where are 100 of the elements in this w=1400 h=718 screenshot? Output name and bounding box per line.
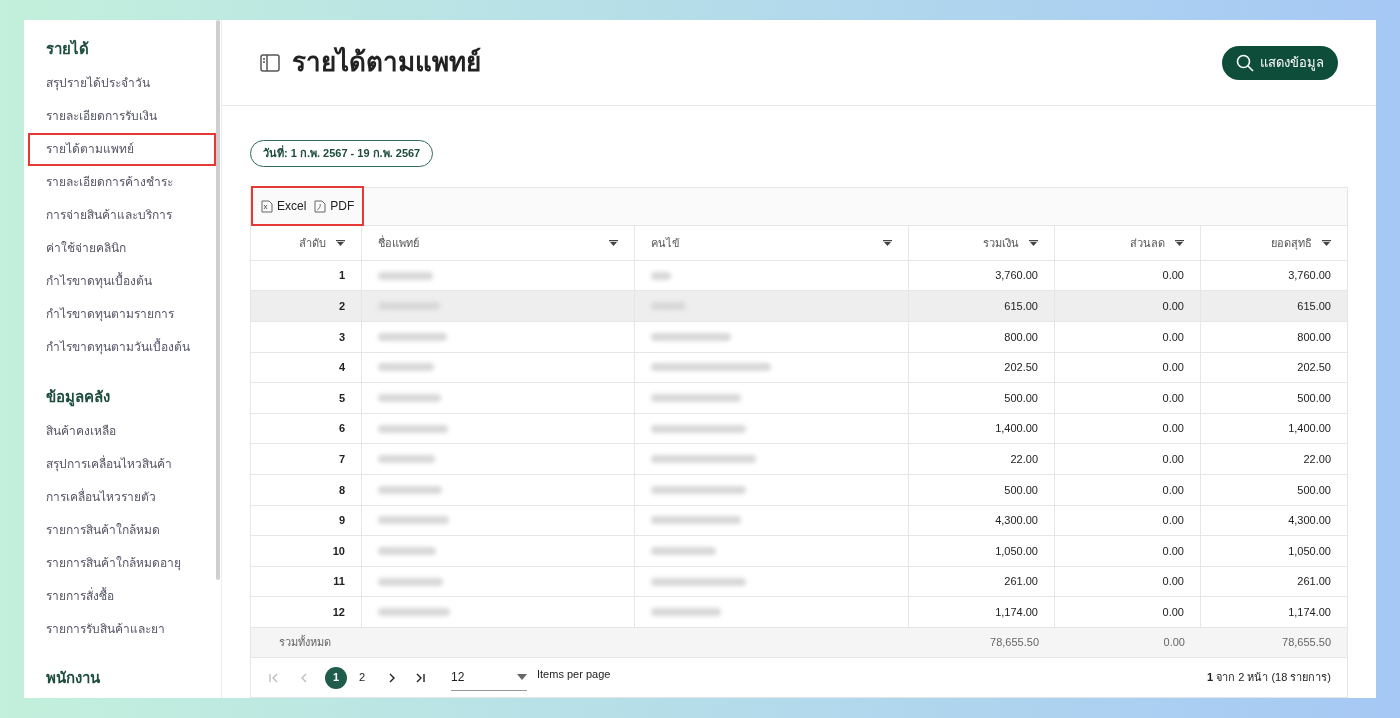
sidebar-item[interactable]: รายละเอียดการค้างชำระ (28, 165, 216, 199)
sidebar-item[interactable]: รายการสินค้าใกล้หมด (28, 513, 216, 546)
page-title: รายได้ตามแพทย์ (292, 45, 481, 80)
sidebar-item[interactable]: การจ่ายสินค้าและบริการ (28, 198, 216, 232)
table-row[interactable]: 10 1,050.00 0.00 1,050.00 (251, 535, 1347, 566)
sidebar-item[interactable]: สรุปการเคลื่อนไหวสินค้า (28, 447, 216, 480)
table-cell-text: 615.00 (1297, 299, 1331, 314)
table-row[interactable]: 7 22.00 0.00 22.00 (251, 443, 1347, 475)
table-cell-text: 202.50 (1297, 360, 1331, 376)
sidebar-item[interactable]: การเคลื่อนไหวรายตัว (28, 480, 216, 513)
sort-icon[interactable] (336, 239, 345, 246)
sort-icon[interactable] (1322, 239, 1331, 246)
table-row[interactable]: 9 4,300.00 0.00 4,300.00 (251, 504, 1347, 536)
sidebar-item[interactable]: สรุปรายได้ประจำวัน (28, 66, 216, 100)
table-cell-text: 8 (338, 482, 345, 498)
table-cell-text: 0.00 (1162, 452, 1184, 467)
sort-icon[interactable] (1029, 239, 1038, 246)
table-cell-text: 0.00 (1162, 543, 1184, 559)
table-cell-text: 22.00 (1303, 452, 1331, 467)
table-row[interactable]: 11 261.00 0.00 261.00 (251, 565, 1347, 597)
table-cell-text: 0.00 (1162, 421, 1184, 437)
column-header[interactable]: ส่วนลด (1130, 234, 1165, 252)
export-button[interactable]: Excel (261, 197, 307, 216)
table-cell-text: 3 (338, 329, 345, 345)
table-cell-text: 1,400.00 (995, 421, 1038, 437)
sidebar-section-title: พนักงาน (46, 668, 101, 688)
table-row[interactable]: 6 1,400.00 0.00 1,400.00 (251, 412, 1347, 444)
table-cell-text: 261.00 (1004, 574, 1038, 590)
table-cell-text: 1,174.00 (995, 604, 1038, 620)
redacted-text (378, 577, 443, 586)
table-row[interactable]: 2 615.00 0.00 615.00 (251, 290, 1347, 322)
page-button[interactable]: 2 (351, 666, 373, 689)
table-row[interactable]: 1 3,760.00 0.00 3,760.00 (251, 259, 1347, 291)
redacted-text (378, 547, 436, 555)
total-cell-text: 0.00 (1163, 635, 1185, 651)
page-size-select[interactable]: 12 (451, 664, 527, 691)
sidebar-item[interactable]: รายการรับสินค้าและยา (28, 612, 216, 645)
table-cell-text: 800.00 (1004, 329, 1038, 345)
table-cell-text: 4,300.00 (1288, 513, 1331, 529)
table-cell-text: 12 (332, 604, 345, 620)
export-button[interactable]: PDF (314, 197, 355, 216)
sidebar-item[interactable]: รายได้ตามแพทย์ (28, 132, 216, 166)
redacted-text (378, 394, 441, 403)
sidebar-item[interactable]: รายการสั่งซื้อ (28, 579, 216, 612)
table-cell-text: 4,300.00 (995, 513, 1038, 529)
table-cell-text: 0.00 (1162, 390, 1184, 406)
redacted-text (378, 424, 448, 433)
table-row[interactable]: 8 500.00 0.00 500.00 (251, 474, 1347, 505)
table-row[interactable]: 12 1,174.00 0.00 1,174.00 (251, 596, 1347, 627)
redacted-text (378, 516, 449, 525)
column-header[interactable]: ชื่อแพทย์ (378, 234, 419, 252)
sort-icon[interactable] (883, 239, 892, 246)
spreadsheet-icon (261, 199, 273, 213)
sidebar-item[interactable]: กำไรขาดทุนเบื้องต้น (28, 264, 216, 298)
sidebar-item[interactable]: กำไรขาดทุนตามวันเบื้องต้น (28, 330, 216, 364)
column-header[interactable]: ลำดับ (299, 234, 326, 252)
sidebar-item[interactable]: รายละเอียดการรับเงิน (28, 99, 216, 133)
redacted-text (651, 271, 671, 280)
table-cell-text: 1,400.00 (1288, 421, 1331, 437)
table-cell-text: 500.00 (1297, 482, 1331, 498)
table-cell-text: 11 (333, 574, 345, 590)
sidebar-item[interactable]: สินค้าคงเหลือ (28, 414, 216, 447)
table-cell-text: 0.00 (1162, 329, 1184, 345)
column-header[interactable]: ยอดสุทธิ (1271, 234, 1312, 252)
table-cell-text: 0.00 (1162, 360, 1184, 376)
show-data-button[interactable]: แสดงข้อมูล (1222, 45, 1338, 80)
sidebar-item[interactable]: ค่าใช้จ่ายคลินิก (28, 231, 216, 265)
redacted-text (378, 455, 435, 464)
table-cell-text: 1,050.00 (995, 543, 1038, 559)
sidebar-toggle-icon[interactable] (260, 53, 280, 72)
page-button[interactable]: 1 (325, 666, 347, 689)
table-cell-text: 10 (332, 543, 345, 559)
sidebar-item[interactable]: กำไรขาดทุนตามรายการ (28, 297, 216, 331)
table-cell-text: 7 (338, 452, 345, 467)
redacted-text (378, 608, 450, 617)
page-size-label: Items per page (537, 667, 611, 683)
redacted-text (378, 332, 447, 341)
table-cell-text: 6 (338, 421, 345, 437)
column-header[interactable]: รวมเงิน (983, 234, 1019, 252)
sidebar-item[interactable]: รายการสินค้าใกล้หมดอายุ (28, 546, 216, 579)
table-cell-text: 800.00 (1297, 329, 1331, 345)
sort-icon[interactable] (609, 239, 618, 246)
table-row[interactable]: 5 500.00 0.00 500.00 (251, 382, 1347, 413)
table-row[interactable]: 3 800.00 0.00 800.00 (251, 321, 1347, 352)
table-cell-text: 2 (338, 299, 345, 314)
redacted-text (651, 547, 716, 555)
table-cell-text: 1,174.00 (1288, 604, 1331, 620)
table-cell-text: 3,760.00 (1288, 268, 1331, 284)
search-icon (1236, 53, 1254, 72)
redacted-text (651, 608, 721, 617)
redacted-text (378, 363, 434, 372)
table-cell-text: 0.00 (1162, 574, 1184, 590)
table-cell-text: 500.00 (1004, 482, 1038, 498)
table-cell-text: 0.00 (1162, 513, 1184, 529)
table-row[interactable]: 4 202.50 0.00 202.50 (251, 351, 1347, 383)
page-summary: 1 จาก 2 หน้า (18 รายการ) (1206, 670, 1331, 686)
column-header[interactable]: คนไข้ (651, 234, 680, 252)
sidebar-section-title: ข้อมูลคลัง (46, 386, 111, 409)
sort-icon[interactable] (1175, 239, 1184, 246)
total-label: รวมทั้งหมด (279, 634, 331, 651)
